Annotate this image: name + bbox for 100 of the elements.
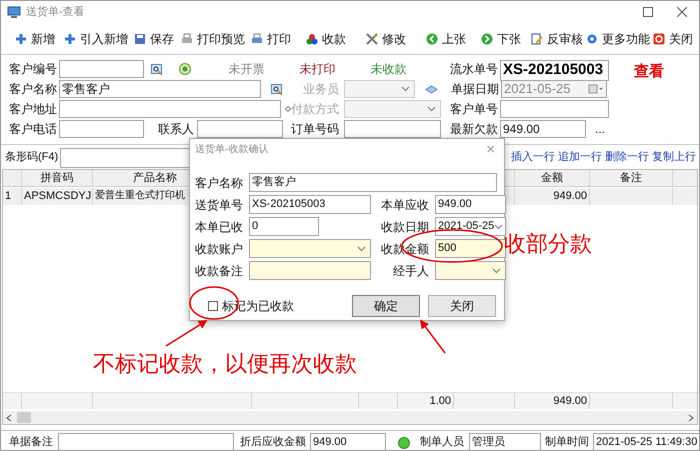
diamond-icon [425, 84, 438, 94]
input-field[interactable] [59, 100, 281, 118]
field-label: 折后应收金额 [240, 434, 306, 450]
input-field[interactable] [500, 100, 609, 118]
field-label: 付款方式 [291, 101, 339, 118]
chevron-icon [494, 224, 504, 230]
plus-icon [15, 33, 27, 45]
input-field[interactable]: 0 [249, 217, 319, 236]
column-header: 备注 [590, 170, 673, 186]
input-field[interactable]: 零售客户 [59, 80, 261, 98]
field-label: 单据日期 [451, 81, 499, 98]
power-icon [653, 33, 665, 45]
toolbar-button[interactable]: 保存 [134, 30, 174, 48]
field-label: 单据备注 [9, 434, 53, 450]
field-label: 条形码(F4) [5, 150, 58, 166]
field-label: 客户电话 [8, 121, 57, 138]
column-header: 拼音码 [22, 170, 93, 186]
row-action-link[interactable]: 追加一行 [558, 149, 602, 166]
status-label: 未开票 [228, 61, 266, 78]
table-cell: 1 [3, 188, 22, 205]
field-label: 联系人 [157, 121, 194, 138]
column-header: 金额 [515, 170, 590, 186]
table-cell: 949.00 [515, 188, 590, 205]
printer-icon [181, 33, 193, 45]
field-label: 流水单号 [450, 61, 498, 78]
field-label: 最新欠款 [450, 121, 498, 138]
input-field[interactable] [59, 60, 144, 78]
toolbar-button[interactable]: 关闭 [653, 30, 693, 48]
colored-balls-icon [306, 33, 318, 45]
toolbar-button[interactable]: 引入新增 [64, 30, 128, 48]
toolbar-button[interactable]: 修改 [366, 30, 406, 48]
row-action-link[interactable]: 插入一行 [511, 149, 555, 166]
field-label: 制单人员 [420, 435, 464, 450]
input-field[interactable]: XS-202105003 [500, 60, 609, 80]
field-label: 收款备注 [195, 262, 243, 280]
toolbar-button[interactable]: 上张 [426, 30, 466, 48]
maximize-icon [643, 7, 653, 17]
field-label: 本单已收 [195, 218, 243, 236]
status-label: 未打印 [298, 61, 336, 78]
more-button[interactable]: ... [595, 120, 606, 138]
total-cell: 949.00 [515, 393, 590, 409]
toolbar-button[interactable]: 下张 [481, 30, 521, 48]
input-field[interactable]: 管理员 [469, 433, 541, 450]
toolbar-button[interactable]: 反审核 [531, 30, 583, 48]
field-label: 订单号码 [290, 121, 339, 138]
row-action-link[interactable]: 复制上行 [652, 149, 696, 166]
table-cell: APSMCSDYJ [22, 188, 93, 205]
total-cell: 1.00 [398, 393, 454, 409]
mode-label: 查看 [634, 62, 664, 82]
toolbar-button[interactable]: 打印 [251, 30, 291, 48]
input-field[interactable] [59, 120, 144, 138]
input-field[interactable] [197, 120, 283, 138]
window-title: 送货单-查看 [26, 4, 85, 20]
document-pen-icon [531, 33, 543, 45]
annotation-arrow [166, 320, 208, 347]
annotation-arrow [420, 320, 446, 354]
chevron-icon [357, 246, 366, 252]
field-label: 经手人 [392, 262, 429, 280]
field-label: 本单应收 [381, 196, 429, 214]
horizontal-scrollbar[interactable] [3, 411, 697, 424]
dropdown-field[interactable] [435, 261, 506, 280]
input-field[interactable]: 500 [435, 239, 506, 258]
status-label: 未收款 [370, 61, 408, 78]
input-field[interactable]: 949.00 [500, 120, 586, 138]
field-label: 客户单号 [450, 101, 498, 118]
toolbar-button[interactable]: 更多功能 [586, 30, 650, 48]
input-field[interactable]: XS-202105003 [249, 195, 371, 214]
printer-icon [251, 33, 263, 45]
monitor-icon [7, 6, 21, 18]
input-field[interactable] [249, 261, 371, 280]
toolbar-button[interactable]: 新增 [15, 30, 55, 48]
dropdown-field[interactable]: 2021-05-25 [435, 217, 506, 236]
input-field[interactable] [344, 80, 415, 98]
input-field[interactable]: 零售客户 [249, 173, 497, 192]
plus-icon [64, 33, 76, 45]
scrollbar-thumb[interactable] [17, 412, 31, 423]
dropdown-field[interactable] [249, 239, 371, 258]
toolbar-button[interactable]: 收款 [306, 30, 346, 48]
field-label: 业务员 [302, 81, 339, 98]
dialog-button[interactable]: 关闭 [428, 295, 496, 317]
chevron-icon [401, 86, 410, 92]
search-icon [271, 84, 283, 94]
dialog-button[interactable]: 确定 [352, 295, 420, 317]
field-label: 收款日期 [381, 218, 429, 236]
close-icon [677, 7, 687, 17]
target-icon [179, 63, 191, 75]
toolbar-button[interactable]: 打印预览 [181, 30, 245, 48]
input-field[interactable] [58, 433, 234, 450]
row-action-link[interactable]: 删除一行 [605, 149, 649, 166]
input-field[interactable]: 2021-05-25 11:49:30 [593, 433, 699, 450]
chevron-icon [492, 268, 501, 274]
calendar-icon [588, 84, 604, 94]
input-field[interactable]: 949.00 [435, 195, 506, 214]
input-field[interactable] [344, 100, 441, 118]
input-field[interactable]: 949.00 [310, 433, 386, 450]
input-field[interactable] [344, 120, 441, 138]
annotation-text: 收部分款 [504, 230, 592, 258]
status-light-icon [398, 436, 410, 448]
field-label: 客户编号 [8, 61, 57, 78]
field-label: 制单时间 [545, 435, 589, 450]
